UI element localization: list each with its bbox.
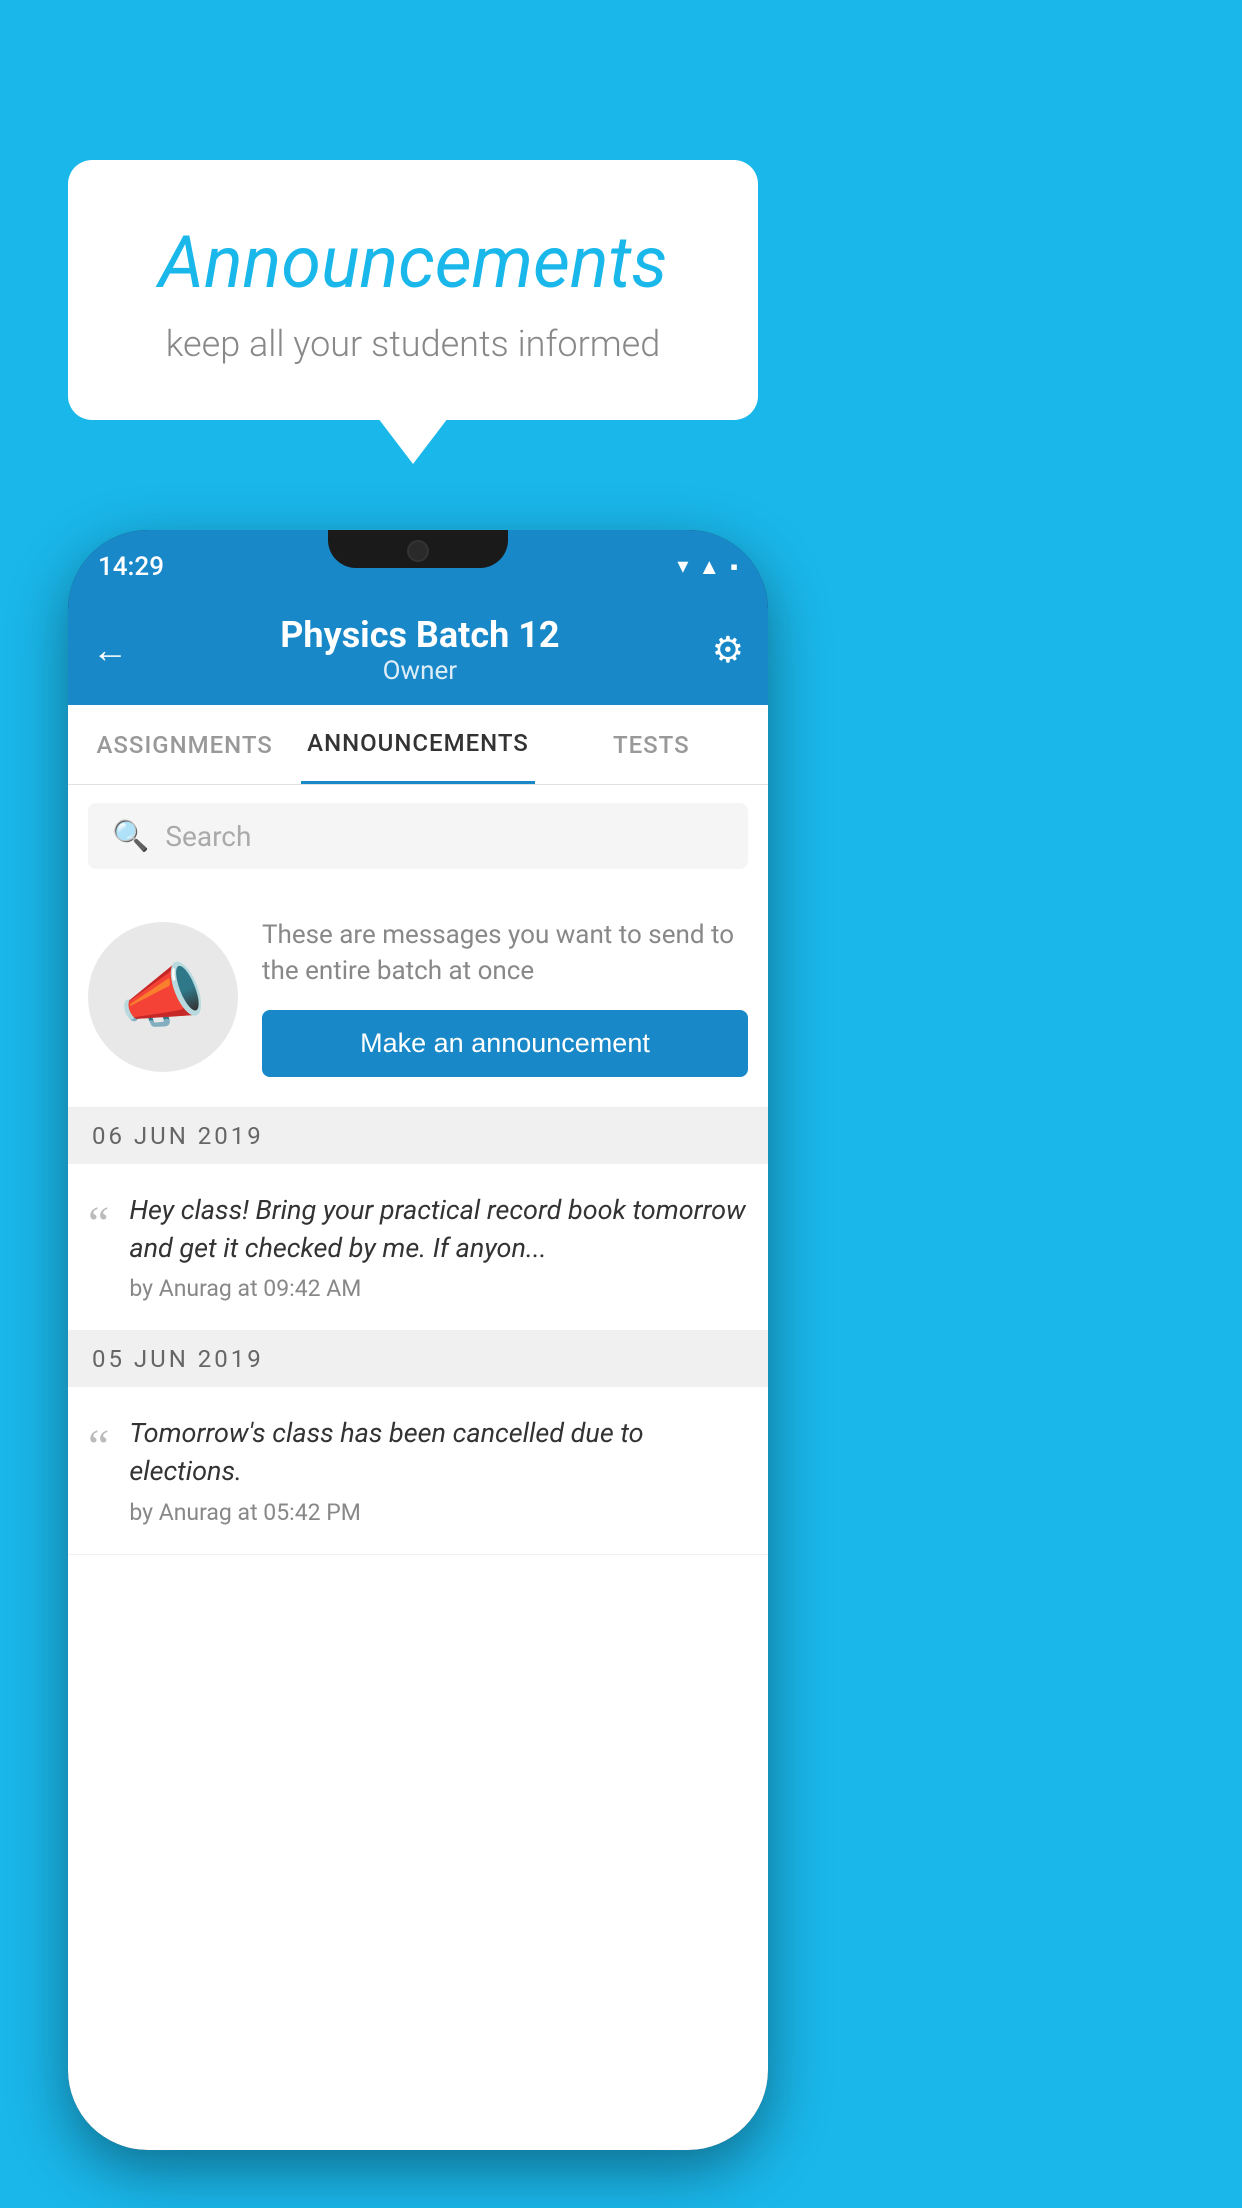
- app-bar: ← Physics Batch 12 Owner ⚙: [68, 595, 768, 705]
- empty-state-description: These are messages you want to send to t…: [262, 917, 748, 990]
- announcement-meta-1: by Anurag at 05:42 PM: [129, 1499, 748, 1526]
- tab-bar: ASSIGNMENTS ANNOUNCEMENTS TESTS: [68, 705, 768, 785]
- empty-icon-circle: 📣: [88, 922, 238, 1072]
- search-bar: 🔍 Search: [68, 785, 768, 887]
- date-separator-1: 05 JUN 2019: [68, 1331, 768, 1387]
- back-button[interactable]: ←: [92, 629, 128, 671]
- search-input[interactable]: 🔍 Search: [88, 803, 748, 869]
- announcement-text-0: Hey class! Bring your practical record b…: [129, 1192, 748, 1268]
- empty-state: 📣 These are messages you want to send to…: [68, 887, 768, 1108]
- speech-bubble-subtitle: keep all your students informed: [118, 323, 708, 365]
- announcement-item-0[interactable]: “ Hey class! Bring your practical record…: [68, 1164, 768, 1332]
- make-announcement-button[interactable]: Make an announcement: [262, 1010, 748, 1077]
- battery-icon: ▪: [730, 554, 738, 580]
- phone-notch: [328, 530, 508, 568]
- megaphone-icon: 📣: [119, 956, 206, 1038]
- tab-assignments[interactable]: ASSIGNMENTS: [68, 705, 301, 784]
- screen-content: 🔍 Search 📣 These are messages you want t…: [68, 785, 768, 2150]
- status-time: 14:29: [98, 552, 164, 582]
- empty-state-right: These are messages you want to send to t…: [262, 917, 748, 1077]
- wifi-icon: ▾: [677, 554, 688, 579]
- tab-tests[interactable]: TESTS: [535, 705, 768, 784]
- app-bar-title: Physics Batch 12: [128, 614, 712, 656]
- status-icons: ▾ ▲ ▪: [677, 554, 738, 580]
- quote-icon-0: “: [88, 1196, 109, 1251]
- search-icon: 🔍: [112, 819, 149, 854]
- search-placeholder: Search: [165, 820, 251, 853]
- announcement-item-1[interactable]: “ Tomorrow's class has been cancelled du…: [68, 1387, 768, 1555]
- speech-bubble-title: Announcements: [118, 220, 708, 305]
- phone-mockup: 14:29 ▾ ▲ ▪ ← Physics Batch 12 Owner ⚙ A…: [68, 530, 768, 2150]
- speech-bubble: Announcements keep all your students inf…: [68, 160, 758, 420]
- signal-icon: ▲: [698, 554, 720, 580]
- quote-icon-1: “: [88, 1419, 109, 1474]
- phone-frame: 14:29 ▾ ▲ ▪ ← Physics Batch 12 Owner ⚙ A…: [68, 530, 768, 2150]
- app-bar-center: Physics Batch 12 Owner: [128, 614, 712, 686]
- app-bar-subtitle: Owner: [128, 656, 712, 686]
- announcement-text-1: Tomorrow's class has been cancelled due …: [129, 1415, 748, 1491]
- tab-announcements[interactable]: ANNOUNCEMENTS: [301, 705, 534, 784]
- announcement-content-0: Hey class! Bring your practical record b…: [129, 1192, 748, 1303]
- announcement-content-1: Tomorrow's class has been cancelled due …: [129, 1415, 748, 1526]
- announcement-meta-0: by Anurag at 09:42 AM: [129, 1275, 748, 1302]
- speech-bubble-section: Announcements keep all your students inf…: [68, 160, 758, 420]
- date-separator-0: 06 JUN 2019: [68, 1108, 768, 1164]
- settings-icon[interactable]: ⚙: [712, 629, 744, 671]
- phone-camera: [407, 540, 429, 562]
